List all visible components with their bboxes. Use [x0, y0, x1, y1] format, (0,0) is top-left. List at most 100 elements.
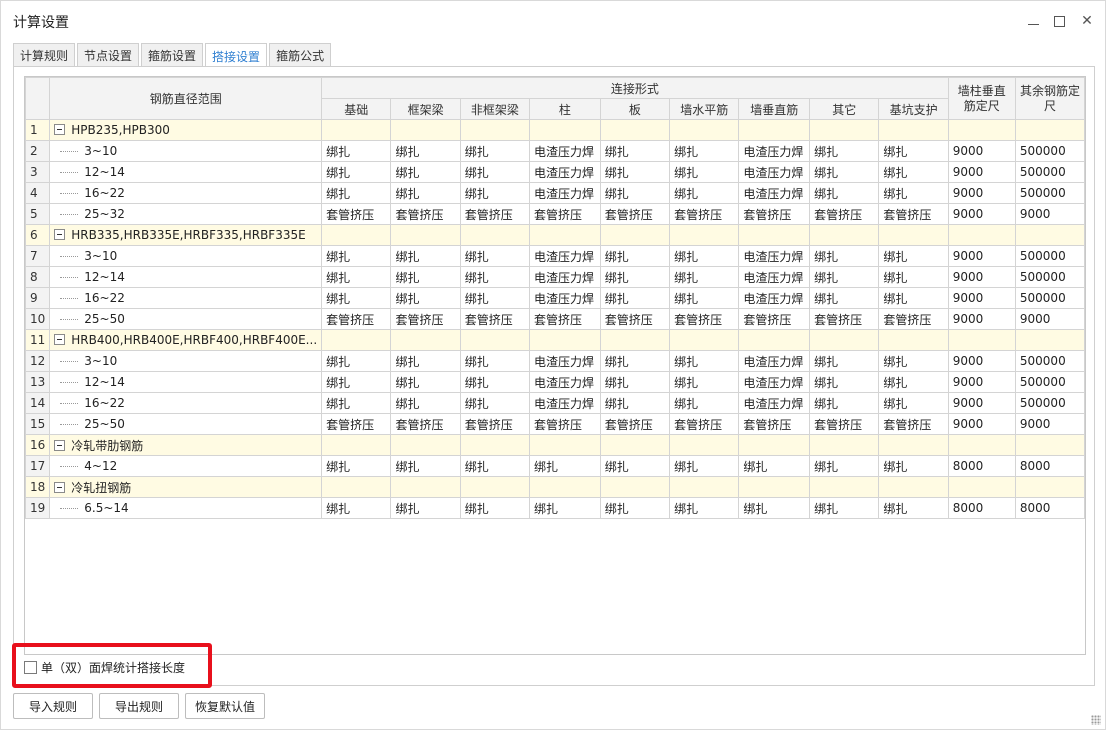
connection-cell[interactable]: 绑扎 — [459, 182, 531, 204]
connection-cell[interactable]: 绑扎 — [738, 455, 811, 477]
connection-cell[interactable] — [878, 434, 949, 456]
connection-cell[interactable]: 绑扎 — [390, 371, 461, 393]
length-cell[interactable] — [1014, 434, 1085, 456]
table-row[interactable]: 16 冷轧带肋钢筋 — [25, 434, 1085, 456]
connection-cell[interactable]: 绑扎 — [390, 287, 461, 309]
table-row[interactable]: 5 25~32 套管挤压 套管挤压 套管挤压 套管挤压 套管挤压 套管挤压 套管挤压 套管挤压 套管… — [25, 203, 1085, 225]
length-cell[interactable]: 9000 — [947, 182, 1016, 204]
length-cell[interactable]: 9000 — [1014, 308, 1085, 330]
connection-cell[interactable]: 电渣压力焊 — [529, 161, 601, 183]
range-cell[interactable]: 3~10 — [49, 140, 323, 162]
connection-cell[interactable]: 电渣压力焊 — [738, 140, 811, 162]
connection-cell[interactable]: 绑扎 — [809, 266, 880, 288]
connection-cell[interactable]: 绑扎 — [321, 455, 392, 477]
connection-cell[interactable] — [669, 476, 740, 498]
connection-cell[interactable]: 绑扎 — [878, 350, 949, 372]
connection-cell[interactable] — [878, 119, 949, 141]
table-row[interactable]: 12 3~10 绑扎 绑扎 绑扎 电渣压力焊 绑扎 绑扎 电渣压力焊 绑扎 绑扎 9000 500000 — [25, 350, 1085, 372]
connection-cell[interactable] — [390, 224, 461, 246]
connection-cell[interactable]: 绑扎 — [599, 392, 671, 414]
connection-cell[interactable]: 绑扎 — [459, 161, 531, 183]
connection-cell[interactable]: 电渣压力焊 — [738, 392, 811, 414]
connection-cell[interactable]: 套管挤压 — [321, 413, 392, 435]
table-row[interactable]: 13 12~14 绑扎 绑扎 绑扎 电渣压力焊 绑扎 绑扎 电渣压力焊 绑扎 绑扎 9000 50000… — [25, 371, 1085, 393]
range-cell[interactable]: 冷轧扭钢筋 — [49, 476, 323, 498]
collapse-icon[interactable] — [54, 229, 66, 240]
connection-cell[interactable]: 绑扎 — [459, 350, 531, 372]
connection-cell[interactable]: 绑扎 — [529, 455, 601, 477]
weld-checkbox[interactable] — [24, 661, 37, 674]
connection-cell[interactable] — [738, 476, 811, 498]
length-cell[interactable]: 9000 — [947, 371, 1016, 393]
connection-cell[interactable] — [459, 476, 531, 498]
connection-cell[interactable]: 绑扎 — [599, 245, 671, 267]
connection-cell[interactable] — [878, 224, 949, 246]
connection-cell[interactable] — [459, 329, 531, 351]
connection-cell[interactable]: 绑扎 — [669, 497, 740, 519]
connection-cell[interactable]: 绑扎 — [390, 266, 461, 288]
connection-cell[interactable]: 绑扎 — [669, 140, 740, 162]
connection-cell[interactable]: 绑扎 — [599, 497, 671, 519]
length-cell[interactable]: 8000 — [947, 455, 1016, 477]
minimize-button[interactable] — [1023, 11, 1043, 31]
length-cell[interactable]: 9000 — [947, 308, 1016, 330]
connection-cell[interactable] — [529, 224, 601, 246]
connection-cell[interactable]: 绑扎 — [321, 182, 392, 204]
connection-cell[interactable]: 套管挤压 — [599, 413, 671, 435]
connection-cell[interactable] — [321, 434, 392, 456]
connection-cell[interactable]: 绑扎 — [459, 245, 531, 267]
length-cell[interactable]: 500000 — [1014, 161, 1085, 183]
connection-cell[interactable]: 套管挤压 — [738, 308, 811, 330]
connection-cell[interactable] — [669, 224, 740, 246]
connection-cell[interactable]: 绑扎 — [809, 350, 880, 372]
connection-cell[interactable]: 绑扎 — [390, 350, 461, 372]
range-cell[interactable]: HPB235,HPB300 — [49, 119, 323, 141]
connection-cell[interactable]: 绑扎 — [529, 497, 601, 519]
tab-lap-settings[interactable]: 搭接设置 — [205, 43, 268, 68]
tab-stirrup-formula[interactable]: 箍筋公式 — [269, 43, 332, 67]
length-cell[interactable] — [947, 329, 1016, 351]
connection-cell[interactable]: 电渣压力焊 — [738, 182, 811, 204]
connection-cell[interactable]: 绑扎 — [809, 371, 880, 393]
weld-option[interactable]: 单（双）面焊统计搭接长度 — [24, 659, 185, 676]
close-button[interactable]: ✕ — [1077, 11, 1097, 31]
connection-cell[interactable]: 套管挤压 — [321, 308, 392, 330]
connection-cell[interactable]: 绑扎 — [321, 245, 392, 267]
length-cell[interactable]: 9000 — [947, 203, 1016, 225]
table-row[interactable]: 6 HRB335,HRB335E,HRBF335,HRBF335E — [25, 224, 1085, 246]
length-cell[interactable]: 500000 — [1014, 350, 1085, 372]
connection-cell[interactable]: 套管挤压 — [599, 203, 671, 225]
connection-cell[interactable]: 绑扎 — [390, 140, 461, 162]
connection-cell[interactable] — [390, 329, 461, 351]
connection-cell[interactable] — [599, 329, 671, 351]
length-cell[interactable]: 9000 — [947, 413, 1016, 435]
range-cell[interactable]: 6.5~14 — [49, 497, 323, 519]
table-row[interactable]: 2 3~10 绑扎 绑扎 绑扎 电渣压力焊 绑扎 绑扎 电渣压力焊 绑扎 绑扎 9000 500000 — [25, 140, 1085, 162]
collapse-icon[interactable] — [54, 481, 66, 493]
range-cell[interactable]: 25~50 — [49, 413, 323, 435]
length-cell[interactable] — [1014, 119, 1085, 141]
connection-cell[interactable] — [321, 224, 392, 246]
range-cell[interactable]: 12~14 — [49, 371, 323, 393]
connection-cell[interactable]: 绑扎 — [669, 350, 740, 372]
connection-cell[interactable]: 电渣压力焊 — [738, 161, 811, 183]
connection-cell[interactable] — [669, 434, 740, 456]
connection-cell[interactable]: 绑扎 — [878, 245, 949, 267]
connection-cell[interactable]: 绑扎 — [321, 392, 392, 414]
connection-cell[interactable]: 电渣压力焊 — [738, 266, 811, 288]
connection-cell[interactable]: 套管挤压 — [321, 203, 392, 225]
connection-cell[interactable]: 绑扎 — [390, 161, 461, 183]
connection-cell[interactable] — [459, 119, 531, 141]
tab-stirrup-settings[interactable]: 箍筋设置 — [141, 43, 204, 67]
connection-cell[interactable] — [809, 434, 880, 456]
connection-cell[interactable]: 绑扎 — [390, 497, 461, 519]
connection-cell[interactable] — [459, 224, 531, 246]
connection-cell[interactable] — [529, 434, 601, 456]
connection-cell[interactable]: 电渣压力焊 — [529, 182, 601, 204]
connection-cell[interactable] — [599, 119, 671, 141]
connection-cell[interactable]: 绑扎 — [809, 392, 880, 414]
connection-cell[interactable]: 绑扎 — [599, 140, 671, 162]
connection-cell[interactable] — [529, 476, 601, 498]
connection-cell[interactable]: 套管挤压 — [669, 308, 740, 330]
range-cell[interactable]: 25~32 — [49, 203, 323, 225]
